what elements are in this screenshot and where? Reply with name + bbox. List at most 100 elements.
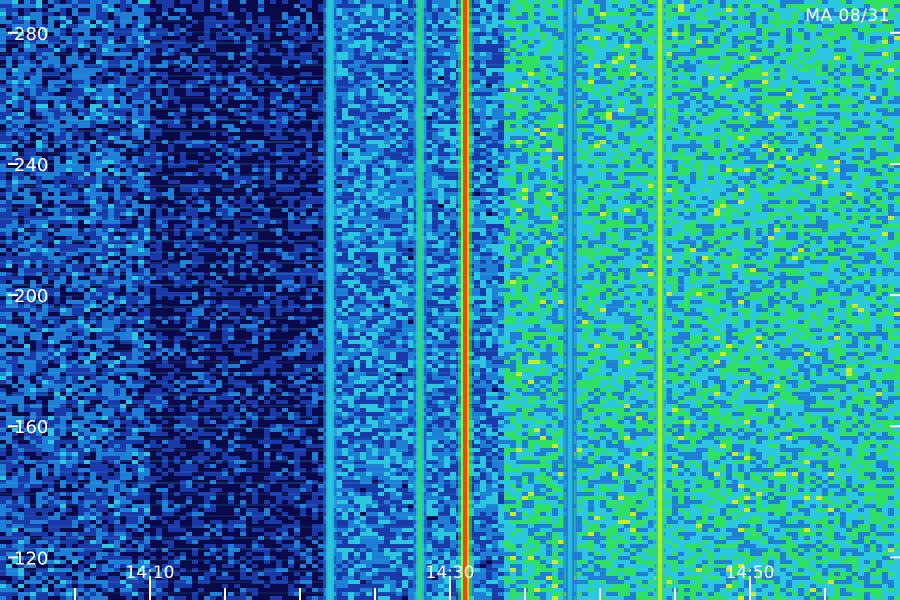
heatmap-cell bbox=[54, 232, 60, 236]
heatmap-cell bbox=[96, 588, 102, 592]
heatmap-cell bbox=[222, 396, 228, 400]
heatmap-cell bbox=[30, 396, 36, 400]
heatmap-cell bbox=[150, 236, 156, 240]
heatmap-cell bbox=[198, 388, 204, 392]
heatmap-cell bbox=[150, 112, 156, 116]
heatmap-cell bbox=[198, 464, 204, 468]
heatmap-cell bbox=[108, 432, 114, 436]
heatmap-cell bbox=[138, 476, 144, 480]
heatmap-cell bbox=[180, 596, 186, 600]
heatmap-cell bbox=[156, 584, 162, 588]
heatmap-cell bbox=[0, 368, 6, 372]
heatmap-cell bbox=[84, 456, 90, 460]
heatmap-cell bbox=[84, 452, 90, 456]
heatmap-cell bbox=[180, 224, 186, 228]
heatmap-cell bbox=[192, 200, 198, 204]
heatmap-cell bbox=[222, 420, 228, 424]
heatmap-cell bbox=[114, 180, 120, 184]
heatmap-cell bbox=[66, 124, 72, 128]
heatmap-cell bbox=[78, 376, 84, 380]
heatmap-cell bbox=[30, 476, 36, 480]
heatmap-cell bbox=[0, 564, 6, 568]
heatmap-cell bbox=[138, 92, 144, 96]
heatmap-cell bbox=[30, 220, 36, 224]
heatmap-cell bbox=[6, 308, 12, 312]
heatmap-cell bbox=[108, 16, 114, 20]
heatmap-cell bbox=[24, 56, 30, 60]
heatmap-cell bbox=[168, 268, 174, 272]
heatmap-cell bbox=[180, 452, 186, 456]
heatmap-cell bbox=[156, 264, 162, 268]
heatmap-cell bbox=[30, 4, 36, 8]
heatmap-cell bbox=[54, 508, 60, 512]
heatmap-cell bbox=[96, 268, 102, 272]
heatmap-cell bbox=[198, 232, 204, 236]
heatmap-cell bbox=[102, 308, 108, 312]
heatmap-cell bbox=[42, 180, 48, 184]
heatmap-cell bbox=[144, 176, 150, 180]
heatmap-cell bbox=[108, 104, 114, 108]
heatmap-cell bbox=[114, 420, 120, 424]
heatmap-cell bbox=[150, 388, 156, 392]
heatmap-cell bbox=[48, 332, 54, 336]
heatmap-cell bbox=[60, 180, 66, 184]
heatmap-cell bbox=[138, 168, 144, 172]
heatmap-cell bbox=[102, 476, 108, 480]
heatmap-cell bbox=[84, 16, 90, 20]
heatmap-cell bbox=[132, 192, 138, 196]
heatmap-cell bbox=[144, 452, 150, 456]
heatmap-cell bbox=[120, 344, 126, 348]
heatmap-cell bbox=[186, 256, 192, 260]
heatmap-cell bbox=[198, 144, 204, 148]
heatmap-cell bbox=[0, 112, 6, 116]
heatmap-cell bbox=[24, 192, 30, 196]
heatmap-cell bbox=[60, 324, 66, 328]
heatmap-cell bbox=[12, 572, 18, 576]
heatmap-cell bbox=[54, 396, 60, 400]
heatmap-cell bbox=[78, 496, 84, 500]
heatmap-cell bbox=[60, 156, 66, 160]
heatmap-cell bbox=[174, 276, 180, 280]
heatmap-cell bbox=[126, 412, 132, 416]
heatmap-cell bbox=[186, 80, 192, 84]
heatmap-cell bbox=[24, 508, 30, 512]
heatmap-cell bbox=[66, 572, 72, 576]
heatmap-cell bbox=[24, 92, 30, 96]
heatmap-cell bbox=[78, 440, 84, 444]
heatmap-cell bbox=[30, 440, 36, 444]
heatmap-cell bbox=[132, 156, 138, 160]
heatmap-cell bbox=[0, 92, 6, 96]
heatmap-cell bbox=[204, 508, 210, 512]
heatmap-cell bbox=[36, 0, 42, 4]
heatmap-cell bbox=[84, 244, 90, 248]
heatmap-cell bbox=[132, 596, 138, 600]
heatmap-cell bbox=[168, 364, 174, 368]
heatmap-cell bbox=[90, 212, 96, 216]
heatmap-cell bbox=[78, 432, 84, 436]
heatmap-cell bbox=[216, 0, 222, 4]
heatmap-cell bbox=[198, 576, 204, 580]
heatmap-cell bbox=[204, 552, 210, 556]
heatmap-cell bbox=[186, 532, 192, 536]
heatmap-cell bbox=[84, 596, 90, 600]
heatmap-cell bbox=[72, 400, 78, 404]
heatmap-cell bbox=[108, 488, 114, 492]
heatmap-cell bbox=[6, 80, 12, 84]
heatmap-cell bbox=[138, 244, 144, 248]
heatmap-cell bbox=[30, 8, 36, 12]
heatmap-cell bbox=[216, 88, 222, 92]
spectrogram-heatmap: 120160200240280 14:10 14:30 14:50 bbox=[0, 0, 900, 600]
heatmap-cell bbox=[78, 364, 84, 368]
heatmap-cell bbox=[222, 576, 228, 580]
heatmap-cell bbox=[66, 176, 72, 180]
heatmap-cell bbox=[48, 124, 54, 128]
heatmap-cell bbox=[6, 440, 12, 444]
heatmap-cell bbox=[18, 488, 24, 492]
heatmap-cell bbox=[96, 376, 102, 380]
heatmap-cell bbox=[150, 420, 156, 424]
heatmap-cell bbox=[192, 276, 198, 280]
heatmap-cell bbox=[102, 280, 108, 284]
heatmap-cell bbox=[90, 268, 96, 272]
heatmap-cell bbox=[198, 364, 204, 368]
heatmap-cell bbox=[6, 256, 12, 260]
